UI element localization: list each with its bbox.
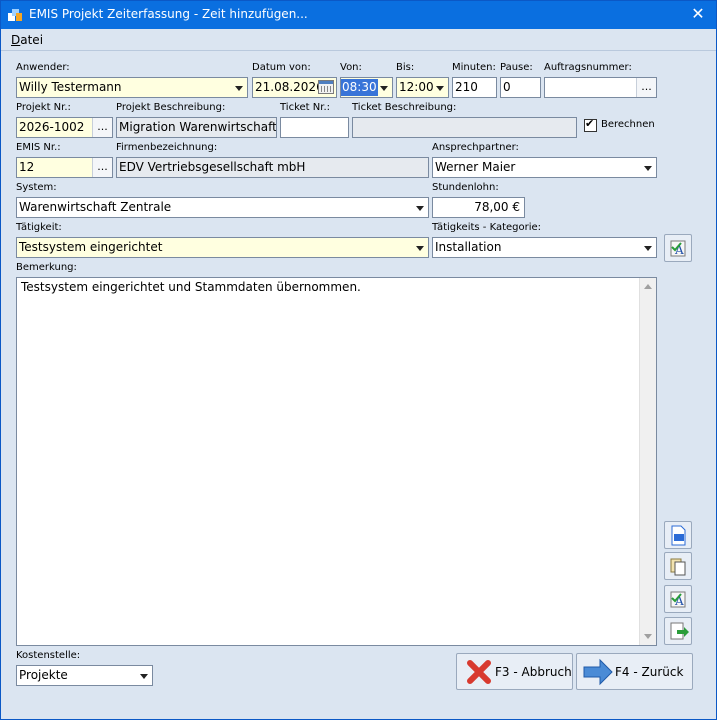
scroll-down-icon[interactable]	[644, 634, 652, 639]
calendar-icon[interactable]	[318, 80, 334, 94]
scroll-up-icon[interactable]	[644, 284, 652, 289]
copy-button[interactable]	[664, 552, 692, 580]
pause-value: 0	[503, 80, 511, 94]
projekt-nr-field[interactable]: 2026-1002 ...	[16, 117, 113, 138]
ticket-beschreibung-field	[352, 117, 577, 138]
label-emis-nr: EMIS Nr.:	[16, 142, 61, 153]
spellcheck-icon: A	[670, 591, 686, 608]
bemerkung-textarea[interactable]: Testsystem eingerichtet und Stammdaten ü…	[16, 277, 657, 646]
label-taetigkeits-kategorie: Tätigkeits - Kategorie:	[432, 222, 542, 233]
ansprechpartner-value: Werner Maier	[435, 160, 516, 174]
chevron-down-icon[interactable]	[640, 158, 656, 177]
menu-datei[interactable]: Datei	[11, 33, 43, 47]
kostenstelle-select[interactable]: Projekte	[16, 665, 153, 686]
datum-von-value: 21.08.2026	[255, 80, 324, 94]
close-icon[interactable]: ✕	[688, 4, 708, 24]
red-x-icon	[467, 660, 491, 684]
emis-nr-field[interactable]: 12 ...	[16, 157, 113, 178]
insert-icon	[670, 622, 689, 640]
auftragsnummer-field[interactable]: ...	[544, 77, 657, 98]
spellcheck-button-2[interactable]: A	[664, 585, 692, 613]
dialog-window: EMIS Projekt Zeiterfassung - Zeit hinzuf…	[0, 0, 717, 720]
system-value: Warenwirtschaft Zentrale	[19, 200, 172, 214]
system-select[interactable]: Warenwirtschaft Zentrale	[16, 197, 429, 218]
label-stundenlohn: Stundenlohn:	[432, 182, 499, 193]
label-ticket-beschreibung: Ticket Beschreibung:	[352, 102, 457, 113]
label-taetigkeit: Tätigkeit:	[16, 222, 62, 233]
label-ansprechpartner: Ansprechpartner:	[432, 142, 519, 153]
label-datum-von: Datum von:	[252, 62, 311, 73]
chevron-down-icon[interactable]	[136, 666, 152, 685]
menu-bar: Datei	[1, 29, 716, 51]
chevron-down-icon[interactable]	[412, 198, 428, 217]
insert-button[interactable]	[664, 617, 692, 645]
emis-nr-value: 12	[19, 160, 35, 174]
bis-value: 12:00	[399, 80, 434, 94]
taetigkeits-kategorie-select[interactable]: Installation	[432, 237, 657, 258]
label-bemerkung: Bemerkung:	[16, 262, 77, 273]
bemerkung-value: Testsystem eingerichtet und Stammdaten ü…	[21, 280, 361, 294]
chevron-down-icon[interactable]	[376, 78, 392, 97]
chevron-down-icon[interactable]	[412, 238, 428, 257]
abbruch-label: F3 - Abbruch	[495, 665, 572, 679]
label-auftragsnummer: Auftragsnummer:	[544, 62, 632, 73]
label-projekt-beschreibung: Projekt Beschreibung:	[116, 102, 226, 113]
datum-von-field[interactable]: 21.08.2026	[252, 77, 337, 98]
von-time-field[interactable]: 08:30	[340, 77, 393, 98]
berechnen-checkbox[interactable]	[584, 117, 597, 132]
text-template-icon	[671, 525, 686, 546]
label-system: System:	[16, 182, 57, 193]
label-pause: Pause:	[500, 62, 533, 73]
ticket-nr-field[interactable]	[280, 117, 349, 138]
stundenlohn-value: 78,00 €	[474, 200, 520, 214]
emis-nr-browse-button[interactable]: ...	[92, 158, 112, 177]
firmenbezeichnung-field: EDV Vertriebsgesellschaft mbH	[116, 157, 429, 178]
zurueck-label: F4 - Zurück	[615, 665, 684, 679]
kostenstelle-value: Projekte	[19, 668, 68, 682]
chevron-down-icon[interactable]	[432, 78, 448, 97]
app-icon	[7, 7, 23, 23]
zurueck-button[interactable]: F4 - Zurück	[576, 653, 693, 690]
label-projekt-nr: Projekt Nr.:	[16, 102, 71, 113]
chevron-down-icon[interactable]	[640, 238, 656, 257]
title-bar: EMIS Projekt Zeiterfassung - Zeit hinzuf…	[1, 1, 716, 29]
copy-icon	[670, 558, 686, 576]
spellcheck-icon: A	[670, 240, 686, 257]
minuten-value: 210	[455, 80, 478, 94]
von-value: 08:30	[341, 79, 378, 96]
anwender-select[interactable]: Willy Testermann	[16, 77, 248, 98]
label-ticket-nr: Ticket Nr.:	[280, 102, 330, 113]
abbruch-button[interactable]: F3 - Abbruch	[456, 653, 573, 690]
taetigkeits-kategorie-value: Installation	[435, 240, 502, 254]
projekt-nr-browse-button[interactable]: ...	[92, 118, 112, 137]
taetigkeit-select[interactable]: Testsystem eingerichtet	[16, 237, 429, 258]
label-kostenstelle: Kostenstelle:	[16, 650, 81, 661]
spellcheck-button[interactable]: A	[664, 234, 692, 262]
taetigkeit-value: Testsystem eingerichtet	[19, 240, 163, 254]
label-anwender: Anwender:	[16, 62, 70, 73]
stundenlohn-field[interactable]: 78,00 €	[432, 197, 525, 218]
label-von: Von:	[340, 62, 362, 73]
projekt-nr-value: 2026-1002	[19, 120, 85, 134]
label-firmenbezeichnung: Firmenbezeichnung:	[116, 142, 218, 153]
firmenbezeichnung-value: EDV Vertriebsgesellschaft mbH	[119, 160, 306, 174]
label-bis: Bis:	[396, 62, 415, 73]
ansprechpartner-select[interactable]: Werner Maier	[432, 157, 657, 178]
projekt-beschreibung-field: Migration Warenwirtschaft	[116, 117, 277, 138]
window-title: EMIS Projekt Zeiterfassung - Zeit hinzuf…	[29, 7, 308, 21]
chevron-down-icon[interactable]	[231, 78, 247, 97]
projekt-beschreibung-value: Migration Warenwirtschaft	[119, 120, 277, 134]
bemerkung-scrollbar[interactable]	[639, 278, 656, 645]
text-template-button[interactable]	[664, 521, 692, 549]
anwender-value: Willy Testermann	[19, 80, 122, 94]
bis-time-field[interactable]: 12:00	[396, 77, 449, 98]
label-minuten: Minuten:	[452, 62, 496, 73]
blue-arrow-icon	[583, 658, 613, 686]
auftragsnummer-browse-button[interactable]: ...	[636, 78, 656, 97]
pause-field[interactable]: 0	[500, 77, 541, 98]
minuten-field[interactable]: 210	[452, 77, 497, 98]
label-berechnen: Berechnen	[601, 119, 655, 130]
